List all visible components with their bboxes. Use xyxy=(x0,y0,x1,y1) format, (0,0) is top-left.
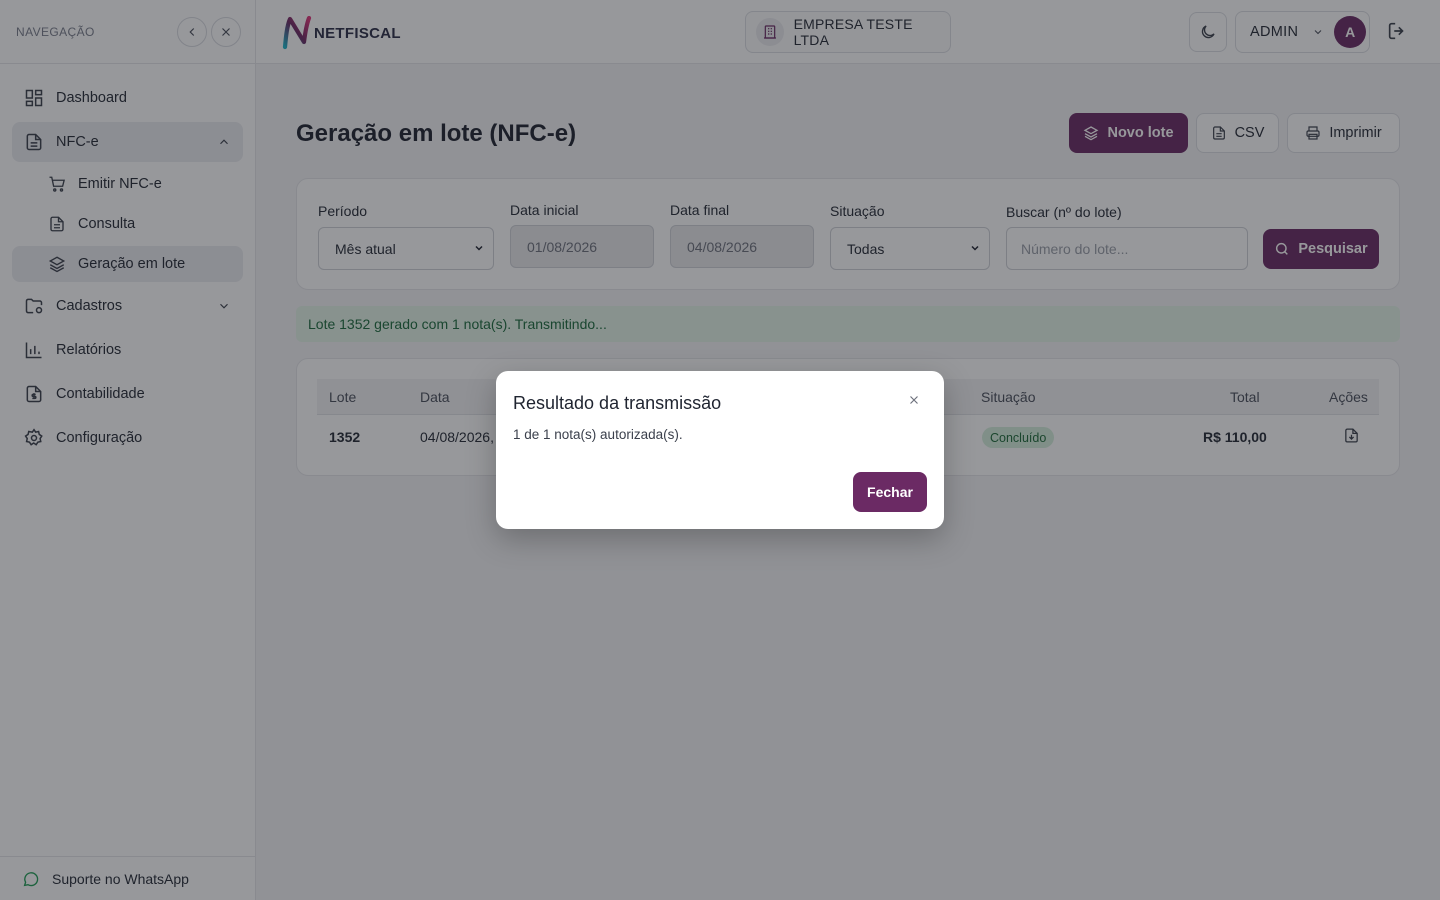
close-icon xyxy=(910,396,918,404)
dialog-close-action-button[interactable]: Fechar xyxy=(853,472,927,512)
dialog-close-button[interactable] xyxy=(907,393,921,407)
transmission-result-dialog: Resultado da transmissão 1 de 1 nota(s) … xyxy=(496,371,944,529)
dialog-message: 1 de 1 nota(s) autorizada(s). xyxy=(513,427,683,442)
dialog-title: Resultado da transmissão xyxy=(513,393,722,413)
